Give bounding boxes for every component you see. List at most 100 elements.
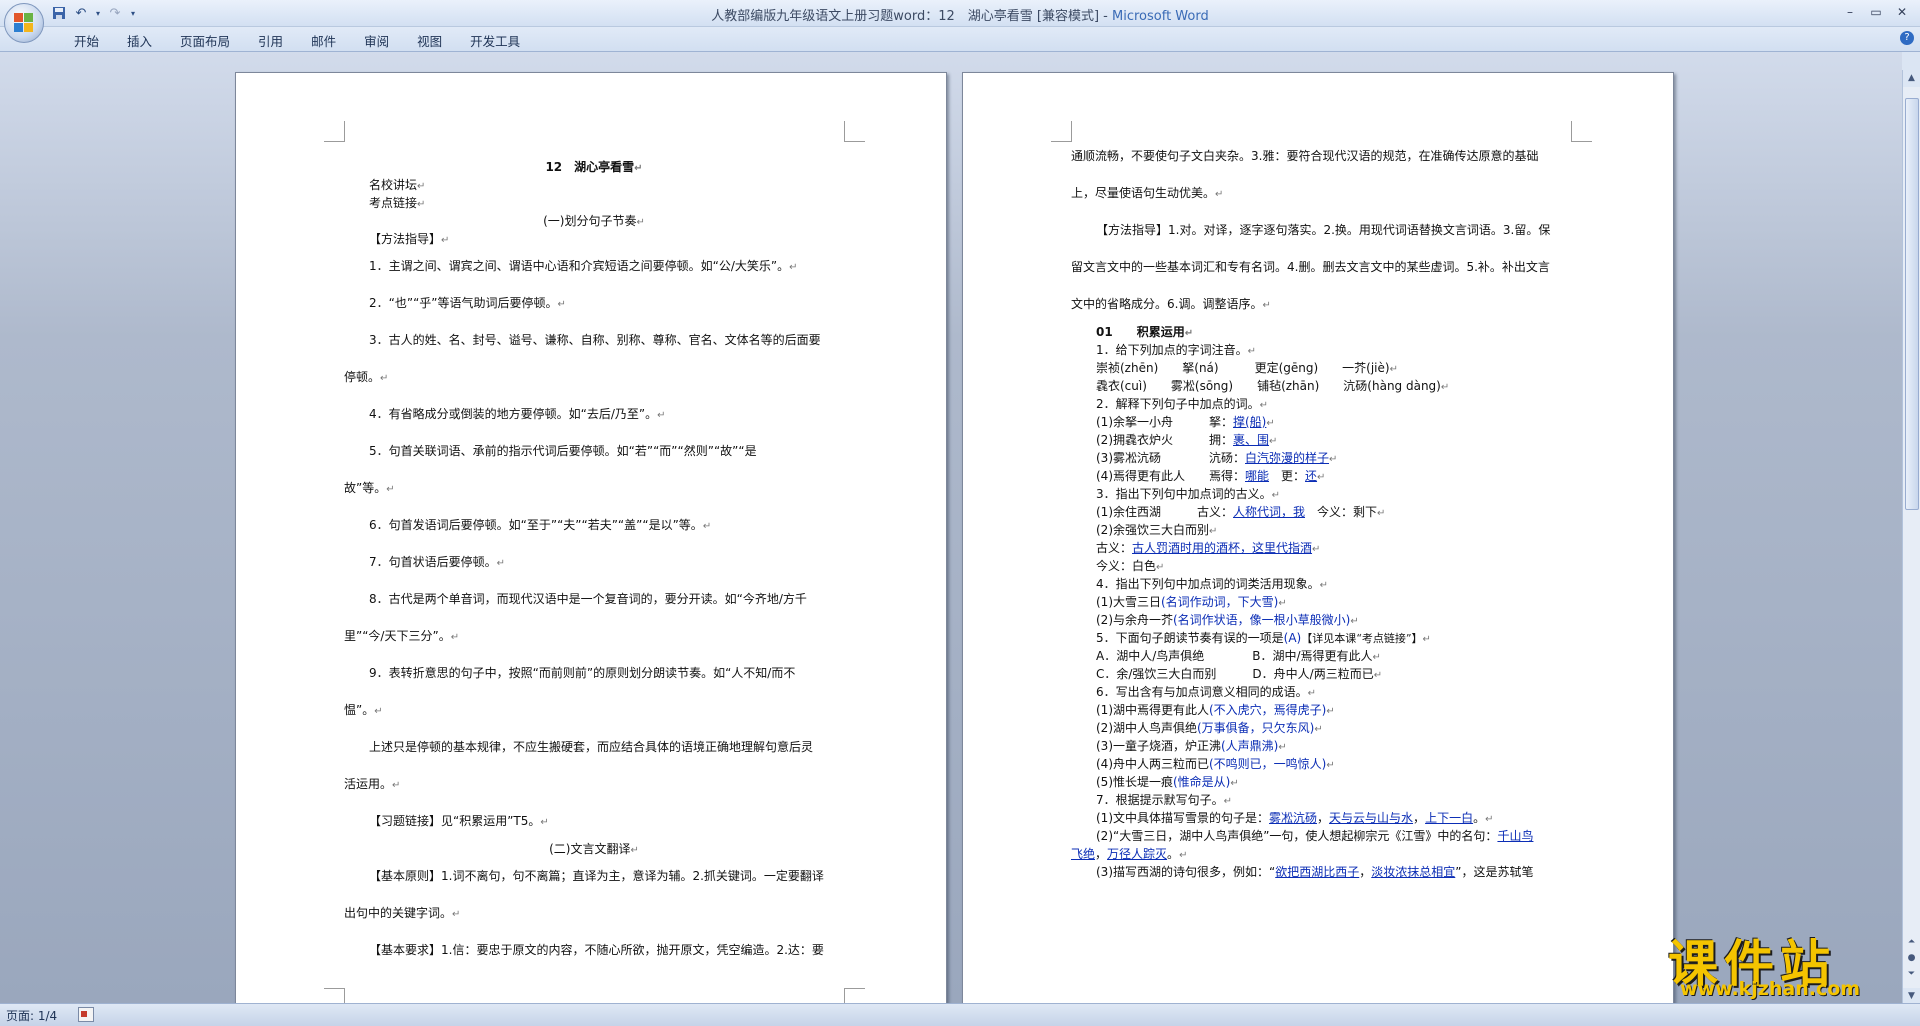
- tab-references[interactable]: 引用: [244, 30, 297, 51]
- paragraph: 6．句首发语词后要停顿。如“至于”“夫”“若夫”“盖”“是以”等。↵: [369, 518, 712, 532]
- window-controls: – ▭ ✕: [1838, 2, 1914, 22]
- answer-line: (4)舟中人两三粒而已(不鸣则已，一鸣惊人)↵: [1096, 757, 1335, 771]
- tab-page-layout[interactable]: 页面布局: [166, 30, 244, 51]
- document-title: 人教部编版九年级语文上册习题word：12 湖心亭看雪 [兼容模式] -: [711, 9, 1112, 24]
- crop-mark: [844, 121, 865, 142]
- answer-line: (3)雾凇沆砀 沆砀：白汽弥漫的样子↵: [1096, 451, 1338, 465]
- status-bar: 页面: 1/4: [0, 1003, 1920, 1026]
- paragraph: 【基本原则】1.词不离句，句不离篇；直译为主，意译为辅。2.抓关键词。一定要翻译: [369, 869, 824, 883]
- office-logo-icon: [14, 13, 34, 33]
- answer-line: 飞绝，万径人踪灭。↵: [1071, 847, 1188, 861]
- window-title: 人教部编版九年级语文上册习题word：12 湖心亭看雪 [兼容模式] - Mic…: [0, 5, 1920, 24]
- previous-page-icon[interactable]: ⏶: [1903, 937, 1920, 953]
- tab-review[interactable]: 审阅: [350, 30, 403, 51]
- tab-mailings[interactable]: 邮件: [297, 30, 350, 51]
- crop-mark: [324, 988, 345, 1003]
- paragraph: 7．句首状语后要停顿。↵: [369, 555, 506, 569]
- minimize-icon[interactable]: –: [1838, 2, 1862, 22]
- paragraph: 留文言文中的一些基本词汇和专有名词。4.删。删去文言文中的某些虚词。5.补。补出…: [1071, 260, 1550, 274]
- page-1-body: 12 湖心亭看雪↵ 名校讲坛↵ 考点链接↵ (一)划分句子节奏↵ 【方法指导】↵…: [344, 158, 844, 969]
- paragraph: 2．“也”“乎”等语气助词后要停顿。↵: [369, 296, 566, 310]
- paragraph: 里”“今/天下三分”。↵: [344, 629, 460, 643]
- document-page-1[interactable]: 12 湖心亭看雪↵ 名校讲坛↵ 考点链接↵ (一)划分句子节奏↵ 【方法指导】↵…: [235, 72, 947, 1004]
- watermark-url: www.kjzhan.com: [1680, 978, 1861, 1000]
- ribbon-tab-bar: 开始 插入 页面布局 引用 邮件 审阅 视图 开发工具 ?: [0, 27, 1920, 52]
- watermark-logo: 课件站 www.kjzhan.com: [1668, 924, 1900, 1002]
- answer-line: (2)余强饮三大白而别↵: [1096, 523, 1218, 537]
- tab-view[interactable]: 视图: [403, 30, 456, 51]
- paragraph: 【方法指导】↵: [369, 232, 450, 246]
- answer-line: 古义：古人罚酒时用的酒杯，这里代指酒↵: [1096, 541, 1321, 555]
- page-count[interactable]: 页面: 1/4: [6, 1007, 57, 1024]
- macro-record-icon[interactable]: [78, 1007, 94, 1022]
- question: 3．指出下列句中加点词的古义。↵: [1096, 487, 1281, 501]
- paragraph: 愠”。↵: [344, 703, 383, 717]
- page-2-body: 通顺流畅，不要使句子文白夹杂。3.雅：要符合现代汉语的规范，在准确传达原意的基础…: [1071, 138, 1571, 881]
- crop-mark: [1571, 121, 1592, 142]
- question: 4．指出下列句中加点词的词类活用现象。↵: [1096, 577, 1329, 591]
- question: 1．给下列加点的字词注音。↵: [1096, 343, 1257, 357]
- paragraph: 【方法指导】1.对。对译，逐字逐句落实。2.换。用现代词语替换文言词语。3.留。…: [1096, 223, 1551, 237]
- paragraph: 故”等。↵: [344, 481, 395, 495]
- document-canvas: 12 湖心亭看雪↵ 名校讲坛↵ 考点链接↵ (一)划分句子节奏↵ 【方法指导】↵…: [0, 52, 1902, 1004]
- close-icon[interactable]: ✕: [1890, 2, 1914, 22]
- answer-line: (3)描写西湖的诗句很多，例如：“欲把西湖比西子，淡妆浓抹总相宜”，这是苏轼笔: [1096, 865, 1534, 879]
- answer-line: (1)余住西湖 古义：人称代词，我 今义：剩下↵: [1096, 505, 1386, 519]
- office-button[interactable]: [4, 3, 44, 43]
- paragraph: 停顿。↵: [344, 370, 389, 384]
- answer-line: (2)与余舟一芥(名词作状语，像一根小草般微小)↵: [1096, 613, 1359, 627]
- title-bar: ↶ ▾ ↷ ▾ 人教部编版九年级语文上册习题word：12 湖心亭看雪 [兼容模…: [0, 0, 1920, 27]
- crop-mark: [324, 121, 345, 142]
- paragraph: 1．主谓之间、谓宾之间、谓语中心语和介宾短语之间要停顿。如“公/大笑乐”。↵: [369, 259, 798, 273]
- maximize-icon[interactable]: ▭: [1864, 2, 1888, 22]
- question: 2．解释下列句子中加点的词。↵: [1096, 397, 1269, 411]
- answer-line: 毳衣(cuì) 雾凇(sōng) 铺毡(zhān) 沆砀(hàng dàng)↵: [1096, 379, 1450, 393]
- paragraph: 4．有省略成分或倒装的地方要停顿。如“去后/乃至”。↵: [369, 407, 666, 421]
- lesson-title: 12 湖心亭看雪↵: [545, 160, 643, 174]
- section-heading: 01 积累运用↵: [1096, 325, 1194, 339]
- section-heading: (一)划分句子节奏↵: [543, 214, 645, 228]
- section-heading: (二)文言文翻译↵: [549, 842, 639, 856]
- paragraph: 出句中的关键字词。↵: [344, 906, 461, 920]
- crop-mark: [844, 988, 865, 1003]
- paragraph: 3．古人的姓、名、封号、谥号、谦称、自称、别称、尊称、官名、文体名等的后面要: [369, 333, 821, 347]
- next-page-icon[interactable]: ⏷: [1903, 969, 1920, 985]
- ruler-toggle-icon[interactable]: [1901, 52, 1920, 70]
- paragraph: 考点链接↵: [369, 196, 426, 210]
- scrollbar-thumb[interactable]: [1905, 98, 1919, 510]
- question: 5．下面句子朗读节奏有误的一项是(A)【详见本课“考点链接”】↵: [1096, 631, 1431, 645]
- vertical-scrollbar[interactable]: ▲ ⏶ ● ⏷ ▼: [1902, 70, 1920, 1005]
- answer-line: (1)大雪三日(名词作动词，下大雪)↵: [1096, 595, 1287, 609]
- help-icon[interactable]: ?: [1900, 31, 1914, 45]
- paragraph: 文中的省略成分。6.调。调整语序。↵: [1071, 297, 1271, 311]
- tab-insert[interactable]: 插入: [113, 30, 166, 51]
- paragraph: 5．句首关联词语、承前的指示代词后要停顿。如“若”“而”“然则”“故”“是: [369, 444, 757, 458]
- select-browse-object-icon[interactable]: ●: [1903, 953, 1920, 969]
- answer-line: 崇祯(zhēn) 拏(ná) 更定(gēng) 一芥(jiè)↵: [1096, 361, 1398, 375]
- paragraph: 【基本要求】1.信：要忠于原文的内容，不随心所欲，抛开原文，凭空编造。2.达：要: [369, 943, 824, 957]
- answer-line: A．湖中人/鸟声俱绝 B．湖中/焉得更有此人↵: [1096, 649, 1381, 663]
- paragraph: 上述只是停顿的基本规律，不应生搬硬套，而应结合具体的语境正确地理解句意后灵: [369, 740, 814, 754]
- document-page-2[interactable]: 通顺流畅，不要使句子文白夹杂。3.雅：要符合现代汉语的规范，在准确传达原意的基础…: [962, 72, 1674, 1004]
- answer-line: (2)“大雪三日，湖中人鸟声俱绝”一句，使人想起柳宗元《江雪》中的名句：千山鸟: [1096, 829, 1534, 843]
- answer-line: C．余/强饮三大白而别 D．舟中人/两三粒而已↵: [1096, 667, 1383, 681]
- paragraph: 上，尽量使语句生动优美。↵: [1071, 186, 1224, 200]
- crop-mark: [1051, 121, 1072, 142]
- paragraph: 通顺流畅，不要使句子文白夹杂。3.雅：要符合现代汉语的规范，在准确传达原意的基础: [1071, 149, 1539, 163]
- tab-home[interactable]: 开始: [60, 30, 113, 51]
- paragraph: 活运用。↵: [344, 777, 401, 791]
- answer-line: (3)一童子烧酒，炉正沸(人声鼎沸)↵: [1096, 739, 1287, 753]
- answer-line: (2)拥毳衣炉火 拥：裹、围↵: [1096, 433, 1278, 447]
- app-name: Microsoft Word: [1112, 9, 1209, 24]
- question: 6．写出含有与加点词意义相同的成语。↵: [1096, 685, 1317, 699]
- question: 7．根据提示默写句子。↵: [1096, 793, 1233, 807]
- answer-line: (1)文中具体描写雪景的句子是：雾凇沆砀，天与云与山与水，上下一白。↵: [1096, 811, 1494, 825]
- tab-developer[interactable]: 开发工具: [456, 30, 534, 51]
- paragraph: 名校讲坛↵: [369, 178, 426, 192]
- answer-line: (2)湖中人鸟声俱绝(万事俱备，只欠东风)↵: [1096, 721, 1323, 735]
- answer-line: (5)惟长堤一痕(惟命是从)↵: [1096, 775, 1239, 789]
- answer-line: (1)湖中焉得更有此人(不入虎穴，焉得虎子)↵: [1096, 703, 1335, 717]
- answer-line: (4)焉得更有此人 焉得：哪能 更：还↵: [1096, 469, 1326, 483]
- answer-line: (1)余拏一小舟 拏：撑(船)↵: [1096, 415, 1275, 429]
- scroll-up-icon[interactable]: ▲: [1903, 70, 1920, 87]
